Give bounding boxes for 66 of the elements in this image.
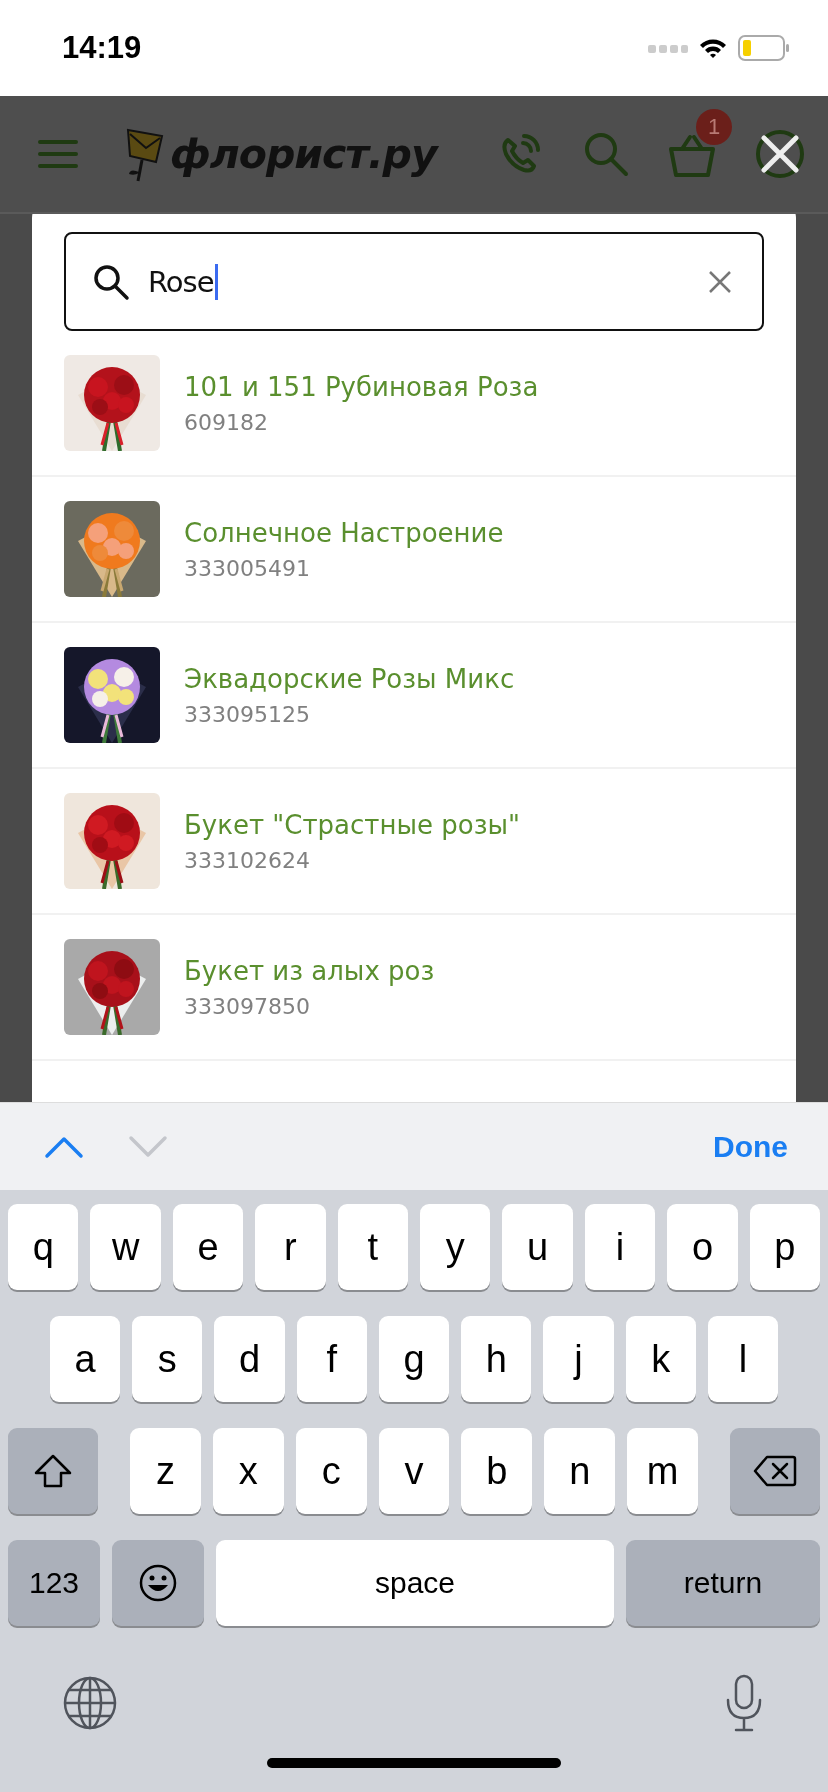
signal-icon [648,43,688,53]
product-code: 333102624 [184,847,311,873]
keyboard-key[interactable]: v [378,1428,450,1514]
smiley-icon [138,1563,178,1603]
cart-count-badge: 1 [696,109,732,145]
product-title: Эквадорские Розы Микс [184,663,515,694]
backspace-icon [753,1455,797,1487]
search-result[interactable]: 101 и 151 Рубиновая Роза 609182 [32,331,796,477]
status-time: 14:19 [62,30,142,66]
keyboard-key[interactable]: e [172,1204,244,1290]
keyboard-key[interactable]: j [543,1316,614,1402]
close-icon[interactable] [754,128,806,180]
keyboard-key[interactable]: f [296,1316,367,1402]
product-title: 101 и 151 Рубиновая Роза [184,371,539,402]
search-result[interactable]: Букет из алых роз 333097850 [32,915,796,1061]
keyboard-key[interactable]: p [749,1204,821,1290]
emoji-key[interactable] [112,1540,204,1626]
search-result[interactable]: Букет "Страстные розы" 333102624 [32,769,796,915]
product-title: Букет "Страстные розы" [184,809,520,840]
space-key[interactable]: space [216,1540,614,1626]
clear-icon[interactable] [708,269,732,294]
shift-key[interactable] [8,1428,98,1514]
keyboard-key[interactable]: l [707,1316,778,1402]
keyboard-key[interactable]: h [461,1316,532,1402]
return-key[interactable]: return [626,1540,820,1626]
flower-logo-icon [124,126,164,182]
keyboard-key[interactable]: d [214,1316,285,1402]
product-title: Букет из алых роз [184,955,435,986]
search-result[interactable]: Солнечное Настроение 333005491 [32,477,796,623]
product-code: 333005491 [184,555,311,581]
keyboard-key[interactable]: y [420,1204,491,1290]
keyboard-key[interactable]: t [337,1204,409,1290]
keyboard-key[interactable]: m [627,1428,698,1514]
product-code: 609182 [184,409,269,435]
keyboard-key[interactable]: g [378,1316,450,1402]
product-code: 333095125 [184,701,311,727]
keyboard-key[interactable]: n [544,1428,616,1514]
keyboard-key[interactable]: c [295,1428,367,1514]
microphone-icon[interactable] [724,1674,764,1732]
chevron-down-icon [128,1134,168,1159]
battery-icon [738,35,790,61]
delete-key[interactable] [730,1428,820,1514]
keyboard-key[interactable]: k [625,1316,696,1402]
search-icon [92,262,130,301]
globe-icon[interactable] [62,1675,118,1731]
product-title: Солнечное Настроение [184,517,504,548]
search-field[interactable]: Rose [64,232,764,331]
keyboard-key[interactable]: q [8,1204,79,1290]
search-result[interactable]: Эквадорские Розы Микс 333095125 [32,623,796,769]
numbers-key[interactable]: 123 [8,1540,100,1626]
keyboard-key[interactable]: b [461,1428,533,1514]
keyboard-key[interactable]: x [212,1428,284,1514]
keyboard-key[interactable]: a [50,1316,121,1402]
keyboard-key[interactable]: w [90,1204,161,1290]
keyboard-key[interactable]: z [130,1428,201,1514]
chevron-up-icon [44,1134,84,1159]
shift-icon [34,1454,72,1488]
keyboard-key[interactable]: u [502,1204,573,1290]
keyboard-key[interactable]: o [667,1204,738,1290]
done-button[interactable]: Done [705,1123,796,1170]
product-code: 333097850 [184,993,311,1019]
keyboard-key[interactable]: s [132,1316,203,1402]
keyboard-key[interactable]: r [255,1204,326,1290]
keyboard-key[interactable]: i [584,1204,656,1290]
wifi-icon [698,37,728,59]
text-cursor [214,263,218,300]
